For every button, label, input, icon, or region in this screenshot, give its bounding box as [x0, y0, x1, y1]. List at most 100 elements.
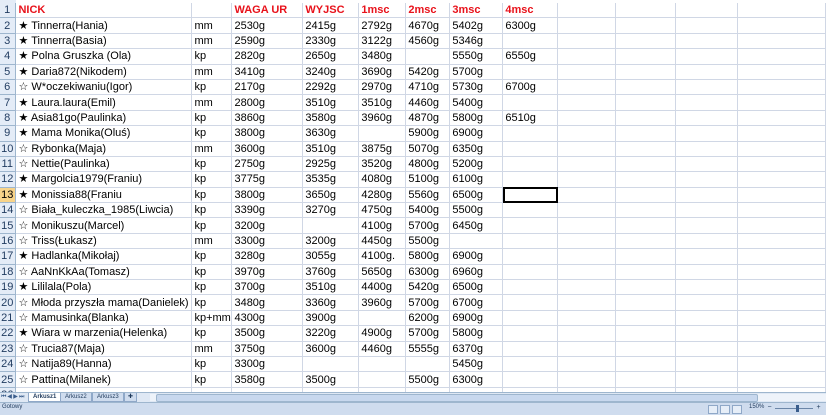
cell[interactable]	[557, 64, 617, 80]
cell[interactable]: mm	[191, 33, 233, 50]
cell[interactable]: 4080g	[358, 171, 407, 188]
cell[interactable]: 5700g	[405, 294, 451, 311]
cell[interactable]	[502, 64, 559, 80]
cell[interactable]: 3510g	[302, 94, 360, 111]
cell[interactable]: ★ Monissia88(Franiu	[15, 187, 193, 204]
cell[interactable]	[615, 217, 677, 234]
cell[interactable]: kp	[191, 264, 233, 281]
cell[interactable]: mm	[191, 17, 233, 34]
cell[interactable]: ★ Daria872(Nikodem)	[15, 64, 193, 80]
cell[interactable]	[675, 233, 739, 250]
cell[interactable]	[502, 356, 559, 373]
row-header[interactable]: 7	[0, 94, 17, 111]
row-header[interactable]: 8	[0, 110, 17, 127]
cell[interactable]	[502, 33, 559, 50]
cell[interactable]	[675, 371, 739, 388]
cell[interactable]: 6960g	[449, 264, 504, 281]
row-header[interactable]: 14	[0, 202, 17, 219]
cell[interactable]: 6500g	[449, 279, 504, 296]
cell[interactable]	[615, 141, 677, 157]
cell[interactable]: 5450g	[449, 356, 504, 373]
cell[interactable]: 6550g	[502, 48, 559, 65]
cell[interactable]	[737, 141, 826, 157]
cell[interactable]: 3msc	[449, 3, 504, 19]
cell[interactable]	[675, 3, 739, 19]
cell[interactable]: 4750g	[358, 202, 407, 219]
cell[interactable]	[557, 3, 617, 19]
cell[interactable]: ☆ W*oczekiwaniu(Igor)	[15, 79, 193, 96]
cell[interactable]: 3520g	[358, 156, 407, 173]
cell[interactable]	[737, 33, 826, 50]
cell[interactable]	[502, 202, 559, 219]
cell[interactable]	[675, 17, 739, 34]
row-header[interactable]: 16	[0, 233, 17, 250]
cell[interactable]: 5650g	[358, 264, 407, 281]
cell[interactable]: mm	[191, 64, 233, 80]
cell[interactable]	[615, 33, 677, 50]
cell[interactable]: ☆ Mamusinka(Blanka)	[15, 310, 193, 327]
cell[interactable]: kp+mm	[191, 310, 233, 327]
cell[interactable]	[502, 156, 559, 173]
cell[interactable]: 2590g	[231, 33, 304, 50]
row-header[interactable]: 6	[0, 79, 17, 96]
cell[interactable]	[675, 125, 739, 142]
cell[interactable]	[615, 341, 677, 357]
cell[interactable]: 3800g	[231, 187, 304, 204]
cell[interactable]: 3580g	[231, 371, 304, 388]
cell[interactable]: 6300g	[449, 371, 504, 388]
cell[interactable]	[675, 79, 739, 96]
cell[interactable]: 4100g.	[358, 248, 407, 265]
cell[interactable]	[615, 279, 677, 296]
row-header[interactable]: 19	[0, 279, 17, 296]
cell[interactable]: 6900g	[449, 310, 504, 327]
row-header[interactable]: 9	[0, 125, 17, 142]
cell[interactable]: 3960g	[358, 294, 407, 311]
cell[interactable]: 5346g	[449, 33, 504, 50]
cell[interactable]: 6450g	[449, 217, 504, 234]
cell[interactable]: ☆ AaNnKkAa(Tomasz)	[15, 264, 193, 281]
cell[interactable]: 5100g	[405, 171, 451, 188]
first-sheet-icon[interactable]: ⏮	[1, 393, 6, 401]
cell[interactable]	[615, 156, 677, 173]
cell[interactable]	[737, 325, 826, 342]
cell[interactable]: 5800g	[449, 110, 504, 127]
cell[interactable]	[737, 310, 826, 327]
cell[interactable]: 3535g	[302, 171, 360, 188]
cell[interactable]	[557, 125, 617, 142]
cell[interactable]	[737, 171, 826, 188]
cell[interactable]	[615, 3, 677, 19]
cell[interactable]	[737, 110, 826, 127]
cell[interactable]: 3480g	[358, 48, 407, 65]
cell[interactable]: 2330g	[302, 33, 360, 50]
cell[interactable]	[557, 356, 617, 373]
row-header[interactable]: 5	[0, 64, 17, 80]
cell[interactable]	[502, 279, 559, 296]
cell[interactable]	[675, 310, 739, 327]
cell[interactable]: 6100g	[449, 171, 504, 188]
cell[interactable]	[737, 264, 826, 281]
cell[interactable]: 1msc	[358, 3, 407, 19]
cell[interactable]	[615, 294, 677, 311]
row-header[interactable]: 25	[0, 371, 17, 388]
cell[interactable]: ★ Tinnerra(Basia)	[15, 33, 193, 50]
cell[interactable]: 3240g	[302, 64, 360, 80]
cell[interactable]	[615, 310, 677, 327]
cell[interactable]: 3600g	[302, 341, 360, 357]
cell[interactable]	[557, 371, 617, 388]
cell[interactable]	[615, 356, 677, 373]
page-layout-view-icon[interactable]	[720, 405, 730, 414]
cell[interactable]	[358, 371, 407, 388]
cell[interactable]	[737, 341, 826, 357]
cell[interactable]	[737, 64, 826, 80]
cell[interactable]	[737, 17, 826, 34]
cell[interactable]	[502, 217, 559, 234]
cell[interactable]	[502, 294, 559, 311]
cell[interactable]: 5500g	[405, 371, 451, 388]
cell[interactable]: 6700g	[502, 79, 559, 96]
cell[interactable]: 5560g	[405, 187, 451, 204]
cell[interactable]: 6510g	[502, 110, 559, 127]
cell[interactable]: 3900g	[302, 310, 360, 327]
cell[interactable]	[675, 217, 739, 234]
cell[interactable]: mm	[191, 341, 233, 357]
cell[interactable]: kp	[191, 79, 233, 96]
